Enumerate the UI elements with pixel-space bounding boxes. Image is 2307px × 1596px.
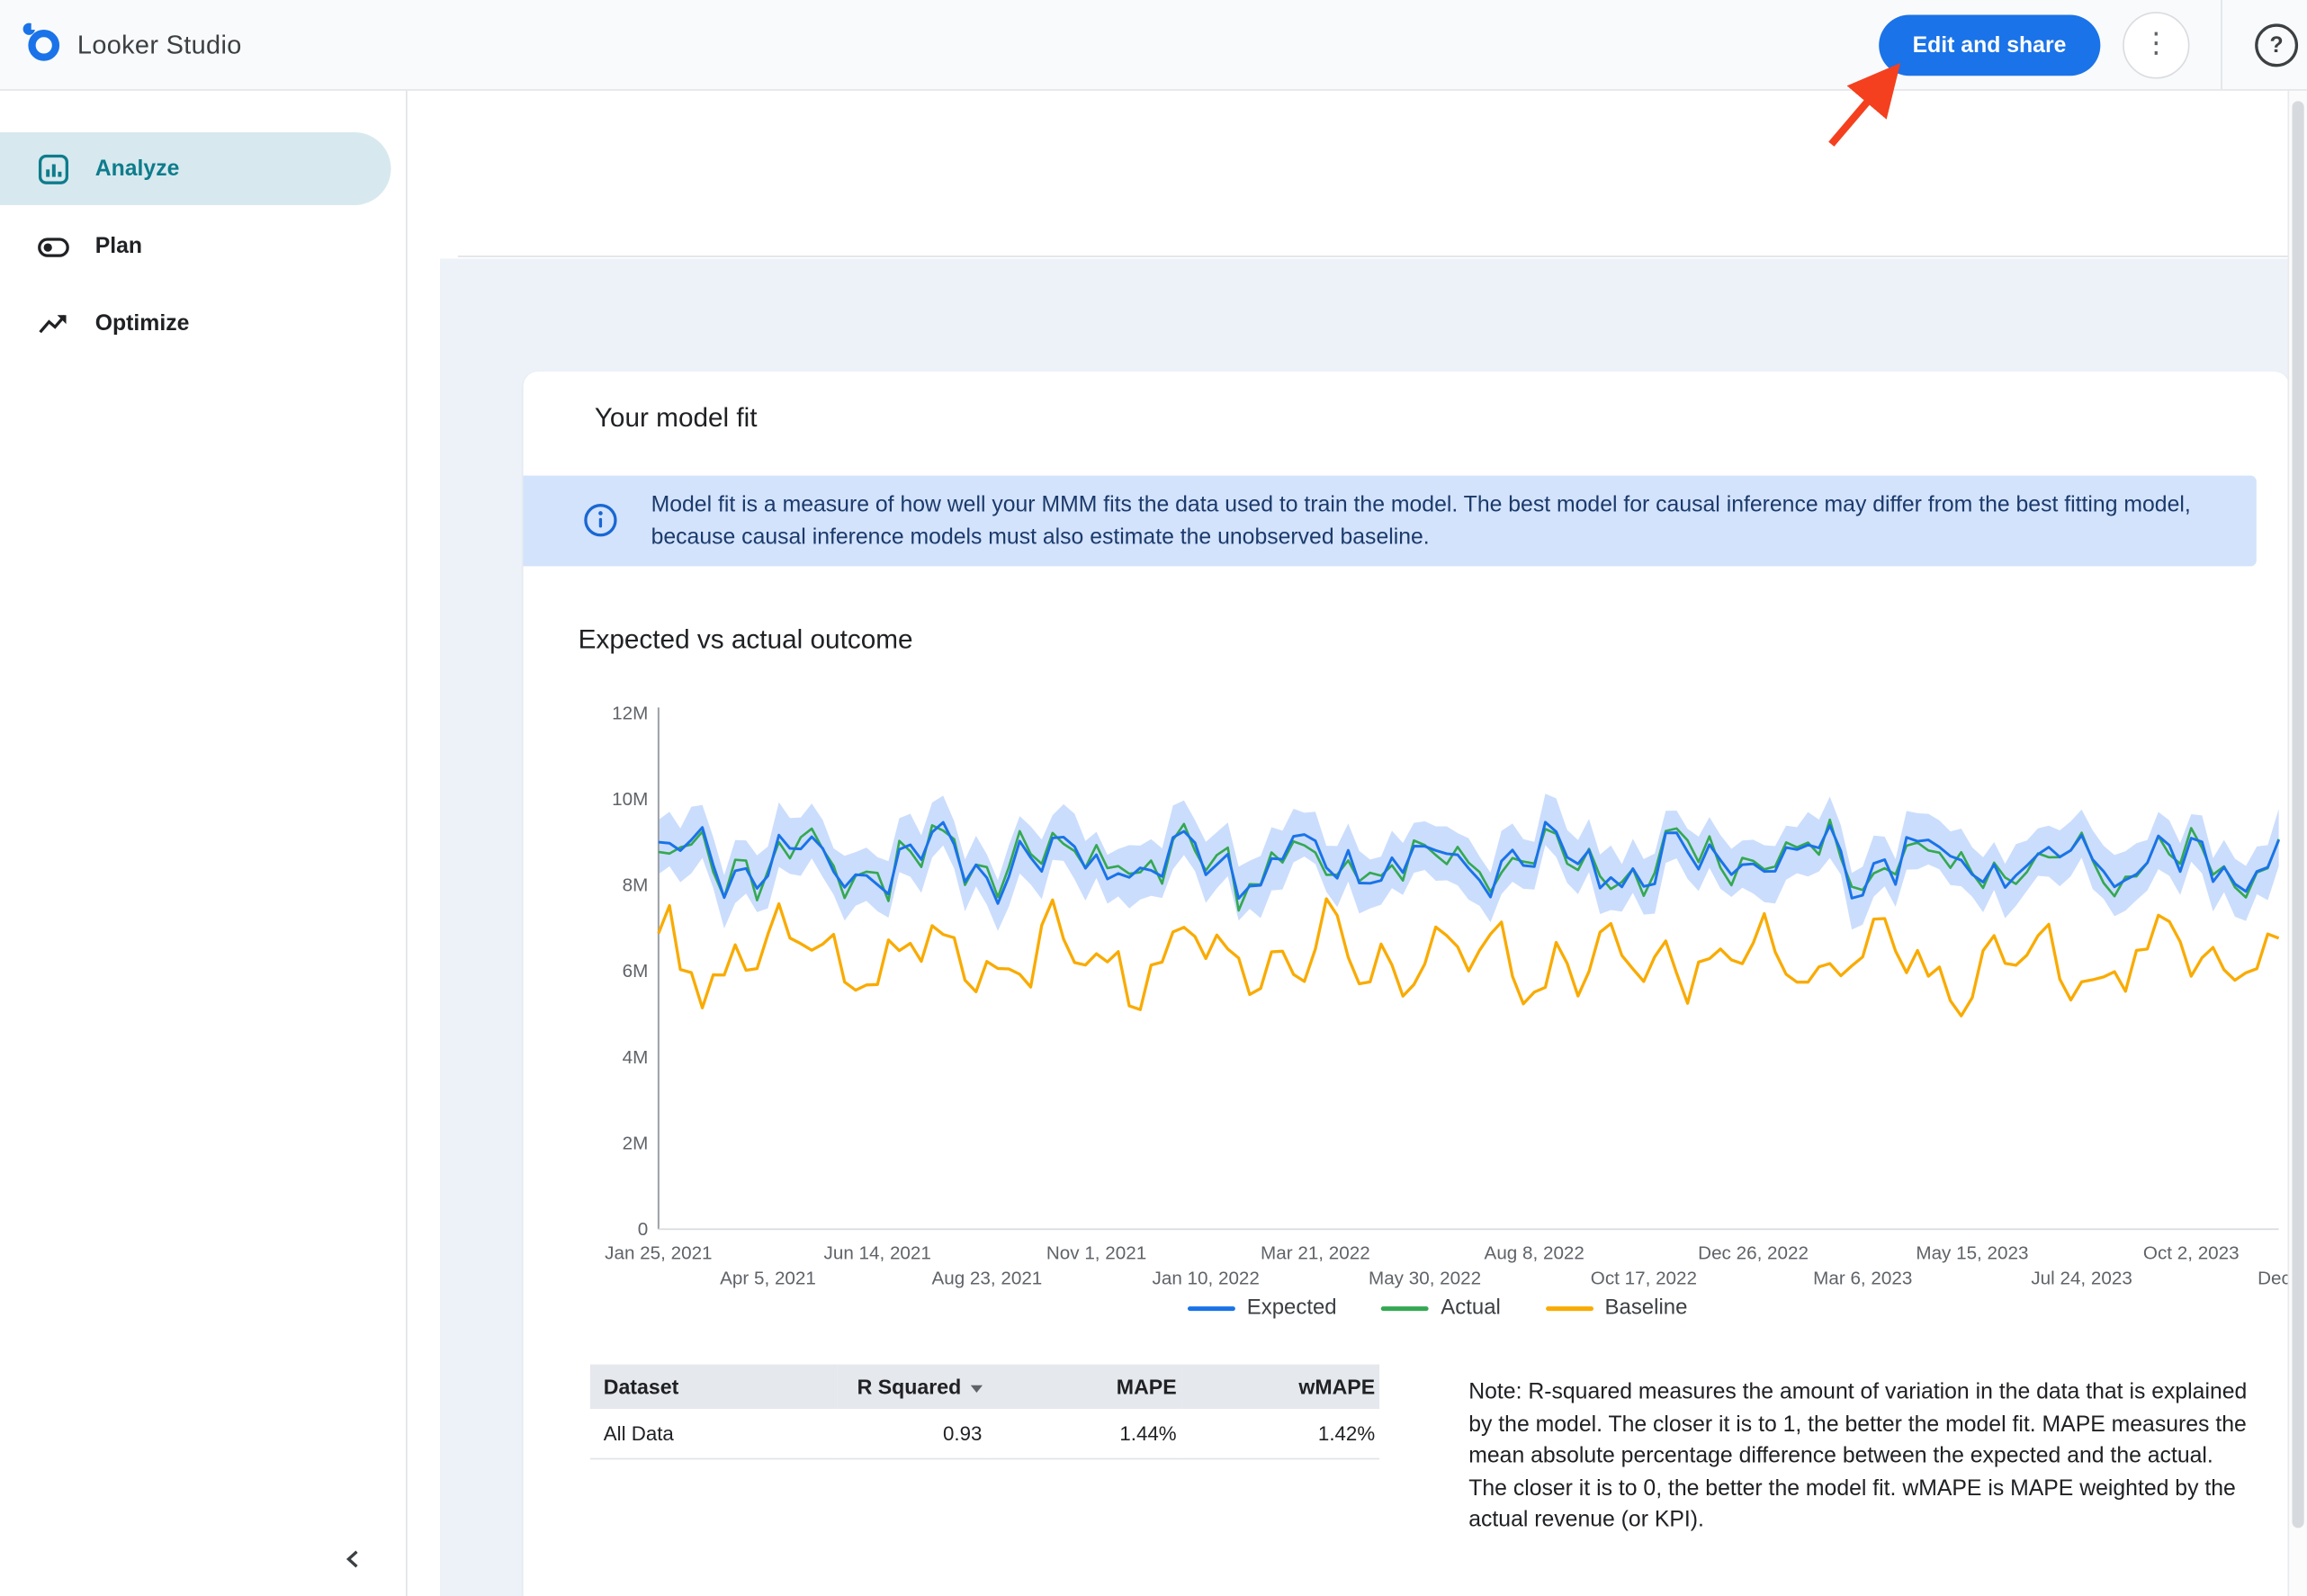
report-canvas: Your model fit Model fit is a measure of… bbox=[440, 258, 2289, 1596]
svg-text:Mar 6, 2023: Mar 6, 2023 bbox=[1813, 1268, 1912, 1288]
svg-text:Jul 24, 2023: Jul 24, 2023 bbox=[2031, 1268, 2132, 1288]
line-chart-svg: 12M 10M 8M 6M 4M 2M 0Jan 25, 2021 Apr 5, 2021 Ju… bbox=[583, 691, 2290, 1293]
looker-studio-logo-icon bbox=[21, 20, 62, 69]
looker-studio-viewer: Looker Studio Edit and share ⋮ ? Analy bbox=[0, 0, 2307, 1596]
sort-desc-icon bbox=[970, 1385, 982, 1392]
cell-dataset: All Data bbox=[590, 1409, 837, 1458]
top-bar: Looker Studio Edit and share ⋮ ? bbox=[0, 0, 2307, 91]
legend-label: Actual bbox=[1441, 1296, 1501, 1320]
model-fit-table: Dataset R Squared MAPE wMAPE All Data 0.… bbox=[590, 1365, 1379, 1460]
svg-text:Jan 10, 2022: Jan 10, 2022 bbox=[1153, 1268, 1260, 1288]
trending-up-icon bbox=[37, 307, 69, 339]
svg-text:Aug 23, 2021: Aug 23, 2021 bbox=[931, 1268, 1042, 1288]
column-header-mape[interactable]: MAPE bbox=[986, 1365, 1180, 1410]
legend-item-actual[interactable]: Actual bbox=[1381, 1296, 1501, 1320]
column-header-dataset[interactable]: Dataset bbox=[590, 1365, 837, 1410]
legend-label: Baseline bbox=[1605, 1296, 1688, 1320]
svg-text:Oct 17, 2022: Oct 17, 2022 bbox=[1591, 1268, 1697, 1288]
svg-text:8M: 8M bbox=[623, 875, 649, 896]
model-fit-note: Note: R-squared measures the amount of v… bbox=[1468, 1376, 2248, 1537]
collapse-sidebar-button[interactable] bbox=[335, 1540, 373, 1579]
sidebar-item-optimize[interactable]: Optimize bbox=[0, 287, 390, 360]
info-banner-text: Model fit is a measure of how well your … bbox=[651, 489, 2222, 555]
svg-text:Mar 21, 2022: Mar 21, 2022 bbox=[1261, 1242, 1370, 1263]
analyze-chart-icon bbox=[37, 152, 69, 184]
cell-mape: 1.44% bbox=[986, 1409, 1180, 1458]
svg-text:Jan 25, 2021: Jan 25, 2021 bbox=[605, 1242, 712, 1263]
topbar-actions: Edit and share ⋮ ? bbox=[1879, 0, 2307, 89]
info-banner: Model fit is a measure of how well your … bbox=[524, 476, 2257, 567]
svg-text:Apr 5, 2021: Apr 5, 2021 bbox=[720, 1268, 816, 1288]
info-icon bbox=[583, 502, 619, 538]
svg-text:Aug 8, 2022: Aug 8, 2022 bbox=[1485, 1242, 1584, 1263]
expected-vs-actual-chart: 12M 10M 8M 6M 4M 2M 0Jan 25, 2021 Apr 5, 2021 Ju… bbox=[583, 691, 2290, 1293]
edit-and-share-button[interactable]: Edit and share bbox=[1879, 14, 2101, 76]
toggle-icon bbox=[37, 229, 69, 262]
sidebar-item-analyze[interactable]: Analyze bbox=[0, 132, 390, 205]
vertical-scrollbar bbox=[2288, 89, 2307, 1596]
svg-text:Jun 14, 2021: Jun 14, 2021 bbox=[824, 1242, 931, 1263]
left-sidebar: Analyze Plan Optimize bbox=[0, 89, 408, 1596]
app-title: Looker Studio bbox=[77, 29, 242, 60]
svg-text:6M: 6M bbox=[623, 961, 649, 982]
brand: Looker Studio bbox=[21, 0, 241, 89]
svg-text:May 30, 2022: May 30, 2022 bbox=[1369, 1268, 1481, 1288]
legend-swatch-icon bbox=[1545, 1305, 1593, 1310]
chevron-left-icon bbox=[344, 1548, 364, 1569]
more-vert-icon: ⋮ bbox=[2142, 28, 2170, 59]
card-title: Your model fit bbox=[595, 403, 758, 435]
sidebar-item-plan[interactable]: Plan bbox=[0, 210, 390, 282]
legend-item-baseline[interactable]: Baseline bbox=[1545, 1296, 1687, 1320]
header-divider bbox=[458, 256, 2289, 257]
scrollbar-thumb[interactable] bbox=[2292, 101, 2303, 1528]
cell-wmape: 1.42% bbox=[1181, 1409, 1380, 1458]
nav-menu: Analyze Plan Optimize bbox=[0, 89, 406, 360]
svg-text:May 15, 2023: May 15, 2023 bbox=[1916, 1242, 2028, 1263]
topbar-divider bbox=[2221, 0, 2222, 89]
sidebar-item-label: Plan bbox=[95, 233, 142, 258]
sidebar-item-label: Analyze bbox=[95, 156, 180, 181]
svg-text:4M: 4M bbox=[623, 1047, 649, 1068]
cell-r-squared: 0.93 bbox=[836, 1409, 986, 1458]
svg-text:2M: 2M bbox=[623, 1133, 649, 1153]
svg-text:Dec: Dec bbox=[2258, 1268, 2289, 1288]
sidebar-item-label: Optimize bbox=[95, 310, 190, 336]
more-options-button[interactable]: ⋮ bbox=[2123, 11, 2189, 77]
svg-text:10M: 10M bbox=[612, 789, 648, 810]
table-header-row: Dataset R Squared MAPE wMAPE bbox=[590, 1365, 1379, 1410]
table-row: All Data 0.93 1.44% 1.42% bbox=[590, 1409, 1379, 1458]
model-fit-card: Your model fit Model fit is a measure of… bbox=[524, 372, 2290, 1596]
chart-legend: Expected Actual Baseline bbox=[583, 1296, 2290, 1320]
legend-item-expected[interactable]: Expected bbox=[1188, 1296, 1337, 1320]
column-header-wmape[interactable]: wMAPE bbox=[1181, 1365, 1380, 1410]
help-icon: ? bbox=[2270, 32, 2284, 58]
svg-text:Oct 2, 2023: Oct 2, 2023 bbox=[2143, 1242, 2240, 1263]
legend-swatch-icon bbox=[1381, 1305, 1429, 1310]
svg-text:0: 0 bbox=[638, 1219, 648, 1240]
legend-label: Expected bbox=[1247, 1296, 1337, 1320]
help-button[interactable]: ? bbox=[2255, 23, 2298, 67]
svg-text:Dec 26, 2022: Dec 26, 2022 bbox=[1698, 1242, 1809, 1263]
column-header-r-squared[interactable]: R Squared bbox=[836, 1365, 986, 1410]
chart-section-title: Expected vs actual outcome bbox=[579, 624, 913, 656]
svg-text:Nov 1, 2021: Nov 1, 2021 bbox=[1046, 1242, 1146, 1263]
legend-swatch-icon bbox=[1188, 1305, 1235, 1310]
svg-text:12M: 12M bbox=[612, 704, 648, 724]
